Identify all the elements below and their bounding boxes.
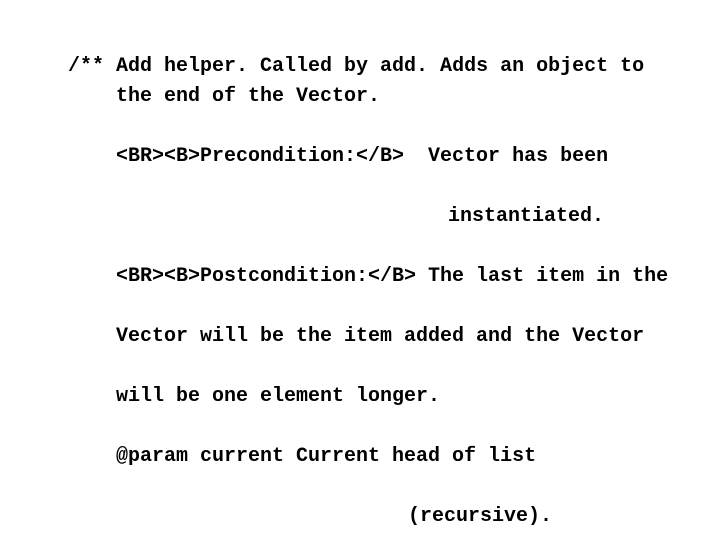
code-block: /** Add helper. Called by add. Adds an o… — [0, 0, 720, 540]
code-line: @param current Current head of list — [68, 442, 720, 472]
code-line: /** Add helper. Called by add. Adds an o… — [68, 55, 644, 78]
code-line: the end of the Vector. — [68, 82, 720, 112]
code-line: <BR><B>Precondition:</B> Vector has been — [68, 142, 720, 172]
code-line: <BR><B>Postcondition:</B> The last item … — [68, 262, 720, 292]
code-line: instantiated. — [68, 202, 720, 232]
code-line: Vector will be the item added and the Ve… — [68, 322, 720, 352]
code-line: will be one element longer. — [68, 382, 720, 412]
code-line: (recursive). — [68, 502, 720, 532]
